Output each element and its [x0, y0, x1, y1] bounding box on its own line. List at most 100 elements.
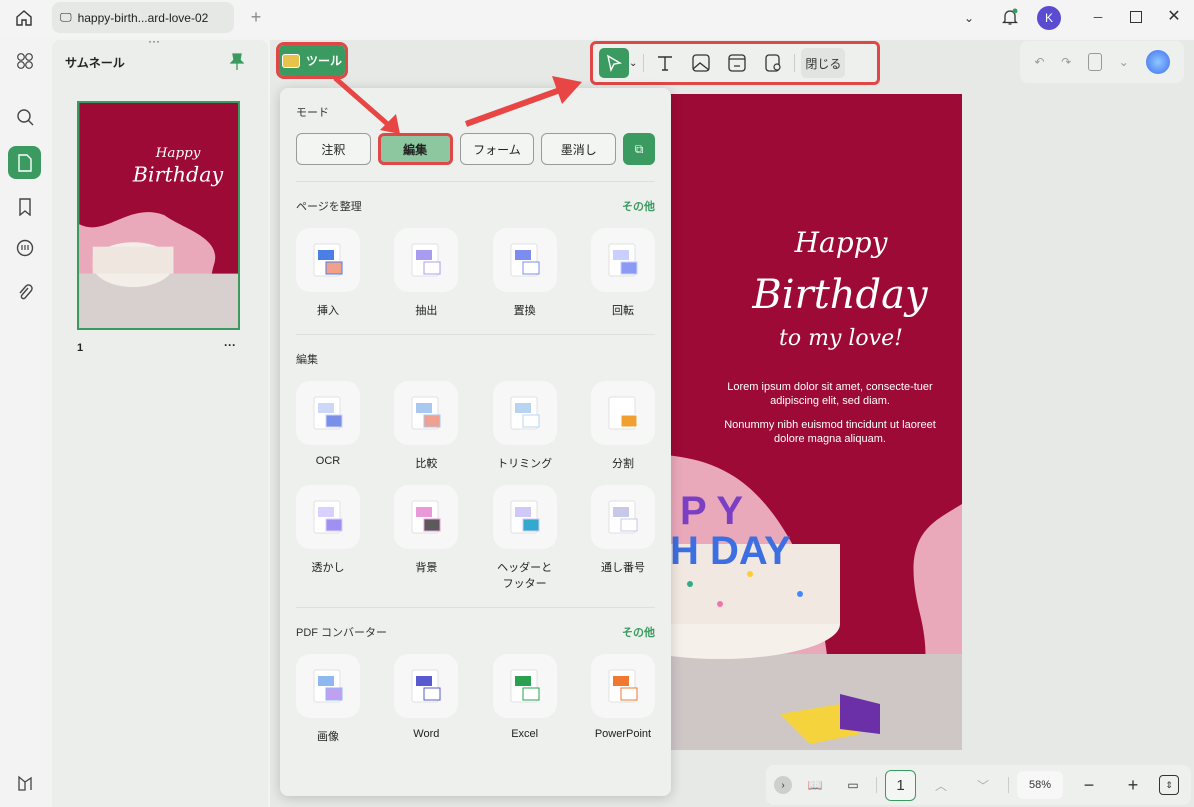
search-icon[interactable] — [8, 100, 41, 133]
bell-icon[interactable] — [1000, 6, 1020, 28]
mode-title: モード — [296, 107, 329, 119]
redo-icon[interactable]: ↷ — [1061, 55, 1071, 69]
toolbox-icon — [281, 53, 300, 68]
two-page-view-icon[interactable]: 📖 — [800, 778, 830, 792]
mode-redact-button[interactable]: 墨消し — [541, 133, 617, 165]
new-tab-button[interactable]: + — [246, 6, 266, 28]
tool-label: 分割 — [611, 458, 634, 470]
mode-annotate-button[interactable]: 注釈 — [296, 133, 371, 165]
zoom-in-button[interactable]: + — [1115, 775, 1151, 796]
tool-icon — [296, 228, 360, 292]
more-link[interactable]: その他 — [622, 198, 655, 214]
tool-icon — [296, 654, 360, 718]
previous-page-button[interactable]: ︿ — [924, 777, 958, 794]
fit-page-icon[interactable]: ⇕ — [1159, 775, 1179, 795]
bookmark-icon[interactable] — [8, 190, 41, 223]
select-tool-button[interactable] — [599, 48, 629, 78]
history-toolbar: ↶ ↷ ⌄ — [1020, 41, 1184, 83]
close-edit-button[interactable]: 閉じる — [801, 48, 846, 78]
tool-label: OCR — [315, 455, 341, 467]
open-external-icon[interactable]: ⧉ — [623, 133, 655, 165]
tool-1-2[interactable]: 画像 — [296, 654, 360, 744]
card-paragraph-2: Nonummy nibh euismod tincidunt ut laoree… — [724, 419, 936, 445]
add-image-button[interactable] — [686, 48, 716, 78]
more-link[interactable]: その他 — [622, 624, 655, 640]
maximize-button[interactable] — [1126, 6, 1146, 28]
tool-icon — [394, 485, 459, 549]
document-tab[interactable]: 🖵 happy-birth...ard-love-02 — [52, 2, 234, 33]
card-paragraph-1: Lorem ipsum dolor sit amet, consecte-tue… — [727, 381, 933, 407]
ai-assistant-icon[interactable] — [1145, 50, 1170, 74]
sidebar-settings-icon[interactable] — [8, 766, 41, 799]
add-link-button[interactable] — [722, 48, 752, 78]
tools-button[interactable]: ツール — [276, 42, 348, 79]
tool-label: Excel — [511, 728, 539, 740]
tool-icon — [296, 381, 360, 445]
page-thumbnail[interactable]: Happy Birthday — [77, 101, 240, 330]
tool-label: PowerPoint — [594, 728, 652, 740]
tool-4-1[interactable]: 分割 — [590, 381, 655, 471]
chevron-down-icon[interactable]: ⌄ — [629, 58, 637, 69]
divider — [1008, 777, 1009, 793]
divider — [296, 181, 655, 182]
save-icon[interactable] — [1088, 53, 1102, 71]
section-header: 編集 — [296, 351, 655, 367]
thumbnail-title: サムネール — [65, 56, 125, 70]
divider — [794, 54, 796, 72]
tool-icon — [394, 381, 459, 445]
tool-7-1[interactable]: ヘッダーとフッター — [492, 485, 557, 591]
tool-2-2[interactable]: Word — [394, 654, 459, 744]
tool-1-0[interactable]: 挿入 — [296, 228, 360, 318]
add-text-button[interactable] — [650, 48, 680, 78]
comment-icon[interactable] — [8, 232, 41, 265]
tool-label: 背景 — [415, 562, 438, 574]
panel-resize-handle[interactable]: ··· — [148, 34, 160, 48]
tool-6-1[interactable]: 背景 — [394, 485, 459, 591]
tool-icon — [590, 654, 655, 718]
presentation-icon[interactable]: ▭ — [838, 778, 868, 792]
chevron-down-icon[interactable]: ⌄ — [960, 8, 978, 28]
tool-3-0[interactable]: 置換 — [492, 228, 557, 318]
pin-icon[interactable] — [228, 52, 246, 72]
add-location-button[interactable] — [758, 48, 788, 78]
tool-2-0[interactable]: 抽出 — [394, 228, 459, 318]
tool-3-2[interactable]: Excel — [492, 654, 557, 744]
tool-icon — [394, 654, 459, 718]
mode-edit-button[interactable]: 編集 — [377, 133, 453, 165]
section-header: PDF コンバーター その他 — [296, 624, 655, 640]
expand-icon[interactable]: › — [774, 776, 792, 794]
tools-panel: モード 注釈 編集 フォーム 墨消し ⧉ ページを整理 その他 挿入 抽出 置換 回転 編集… — [280, 88, 671, 796]
divider — [876, 777, 877, 793]
tool-2-1[interactable]: 比較 — [394, 381, 459, 471]
tool-1-1[interactable]: OCR — [296, 381, 360, 471]
page-number-input[interactable]: 1 — [885, 769, 916, 801]
home-icon[interactable] — [12, 7, 36, 29]
minimize-button[interactable]: ─ — [1088, 6, 1108, 28]
tool-8-1[interactable]: 通し番号 — [590, 485, 655, 591]
tool-label: 抽出 — [415, 305, 438, 317]
tool-5-1[interactable]: 透かし — [296, 485, 360, 591]
attachment-icon[interactable] — [8, 276, 41, 309]
undo-icon[interactable]: ↶ — [1034, 55, 1044, 69]
tool-3-1[interactable]: トリミング — [492, 381, 557, 471]
thumbnail-more-button[interactable]: ··· — [224, 338, 236, 352]
tool-4-0[interactable]: 回転 — [590, 228, 655, 318]
chevron-down-icon[interactable]: ⌄ — [1119, 55, 1129, 69]
apps-icon[interactable] — [8, 44, 41, 77]
tool-label: 置換 — [513, 305, 536, 317]
divider — [643, 54, 645, 72]
close-window-button[interactable]: ✕ — [1164, 4, 1184, 28]
next-page-button[interactable]: ﹀ — [966, 777, 1000, 794]
mode-form-button[interactable]: フォーム — [459, 133, 535, 165]
section-header: ページを整理 その他 — [296, 198, 655, 214]
tool-4-2[interactable]: PowerPoint — [590, 654, 655, 744]
avatar[interactable]: K — [1037, 6, 1061, 30]
svg-text:P Y: P Y — [680, 489, 743, 533]
tool-icon — [492, 654, 557, 718]
zoom-level[interactable]: 58% — [1017, 771, 1063, 799]
tool-icon — [492, 228, 557, 292]
zoom-out-button[interactable]: − — [1071, 775, 1107, 796]
svg-text:Happy: Happy — [155, 145, 201, 161]
thumbnail-icon[interactable] — [8, 146, 41, 179]
tool-icon — [492, 485, 557, 549]
